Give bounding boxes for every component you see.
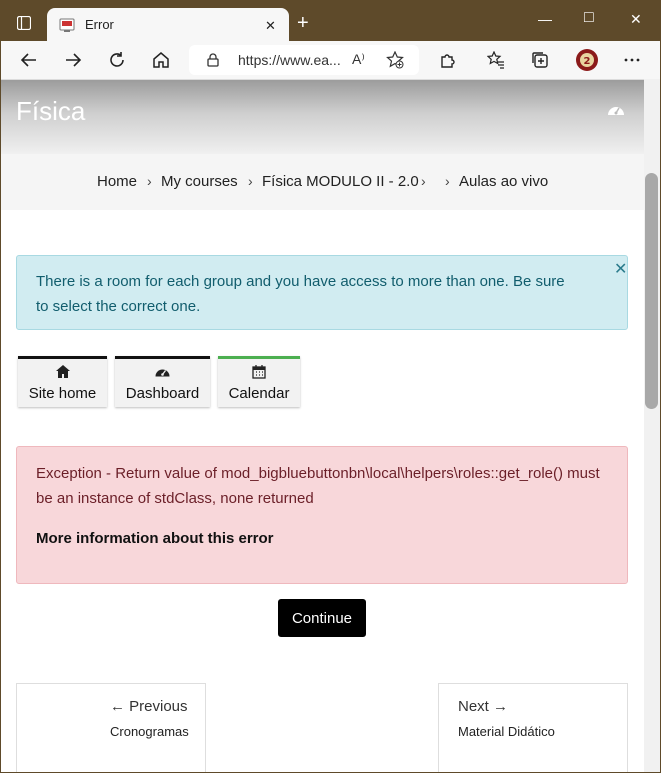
error-alert: Exception - Return value of mod_bigblueb…	[16, 446, 628, 584]
dashboard-icon[interactable]	[607, 102, 625, 121]
previous-activity-name: Cronogramas	[110, 724, 189, 739]
tab-close-icon[interactable]: ✕	[265, 18, 276, 34]
more-info-link[interactable]: More information about this error	[36, 530, 274, 547]
extensions-icon[interactable]	[437, 49, 459, 71]
more-menu-icon[interactable]	[621, 49, 643, 71]
breadcrumb-my-courses[interactable]: My courses	[161, 173, 238, 190]
course-header: Física	[1, 80, 644, 154]
calendar-icon	[218, 365, 300, 379]
group-info-message: There is a room for each group and you h…	[36, 273, 565, 315]
forward-icon[interactable]	[62, 49, 84, 71]
breadcrumb-separator: ›	[421, 173, 426, 189]
home-browser-icon[interactable]	[150, 49, 172, 71]
error-message: Exception - Return value of mod_bigblueb…	[36, 465, 600, 507]
tab-actions-icon[interactable]	[16, 15, 32, 31]
previous-label: ← Previous	[110, 698, 188, 715]
continue-button[interactable]: Continue	[278, 599, 366, 637]
site-home-button[interactable]: Site home	[18, 356, 107, 407]
home-icon	[18, 365, 107, 378]
minimize-button[interactable]: —	[538, 11, 552, 27]
dashboard-label: Dashboard	[125, 385, 200, 402]
new-tab-button[interactable]: +	[297, 13, 309, 33]
next-activity-name: Material Didático	[458, 724, 555, 739]
lock-icon	[207, 53, 219, 72]
calendar-button[interactable]: Calendar	[218, 356, 300, 407]
previous-activity-link[interactable]: ← Previous Cronogramas	[16, 683, 206, 772]
group-info-alert: There is a room for each group and you h…	[16, 255, 628, 330]
course-title: Física	[16, 96, 86, 126]
breadcrumb-separator: ›	[147, 173, 152, 189]
close-alert-icon[interactable]: ✕	[614, 259, 627, 279]
refresh-icon[interactable]	[106, 49, 128, 71]
profile-avatar-icon[interactable]: 2	[574, 47, 600, 73]
page-content: Física Home › My courses › Física MODULO…	[1, 80, 660, 772]
breadcrumb: Home › My courses › Física MODULO II - 2…	[1, 154, 644, 210]
next-activity-link[interactable]: Next → Material Didático	[438, 683, 628, 772]
maximize-button[interactable]: □	[584, 9, 594, 27]
page-favicon-icon	[59, 17, 75, 33]
tab-title: Error	[85, 17, 114, 32]
browser-toolbar: https://www.ea... A⁾ 2	[1, 41, 660, 80]
address-bar[interactable]: https://www.ea... A⁾	[189, 45, 419, 75]
site-home-label: Site home	[28, 385, 97, 402]
add-favorite-icon[interactable]	[386, 50, 404, 74]
back-icon[interactable]	[18, 49, 40, 71]
breadcrumb-course[interactable]: Física MODULO II - 2.0	[262, 173, 419, 190]
breadcrumb-separator: ›	[445, 173, 450, 189]
next-label: Next →	[458, 698, 509, 715]
svg-text:2: 2	[584, 56, 591, 67]
url-text: https://www.ea...	[238, 52, 341, 68]
scrollbar-thumb[interactable]	[645, 173, 658, 409]
title-bar: Error ✕ + — □ ✕	[1, 0, 660, 41]
dashboard-icon	[115, 365, 210, 377]
breadcrumb-separator: ›	[248, 173, 253, 189]
read-aloud-icon[interactable]: A⁾	[352, 51, 365, 68]
tab-error[interactable]: Error ✕	[47, 8, 289, 41]
breadcrumb-aulas[interactable]: Aulas ao vivo	[459, 173, 548, 190]
close-window-button[interactable]: ✕	[630, 11, 642, 28]
favorites-icon[interactable]	[485, 49, 507, 71]
browser-window: Error ✕ + — □ ✕ https://www.ea... A⁾ 2 F…	[1, 0, 660, 772]
dashboard-button[interactable]: Dashboard	[115, 356, 210, 407]
calendar-label: Calendar	[228, 385, 290, 402]
collections-icon[interactable]	[529, 49, 551, 71]
breadcrumb-home[interactable]: Home	[97, 173, 137, 190]
